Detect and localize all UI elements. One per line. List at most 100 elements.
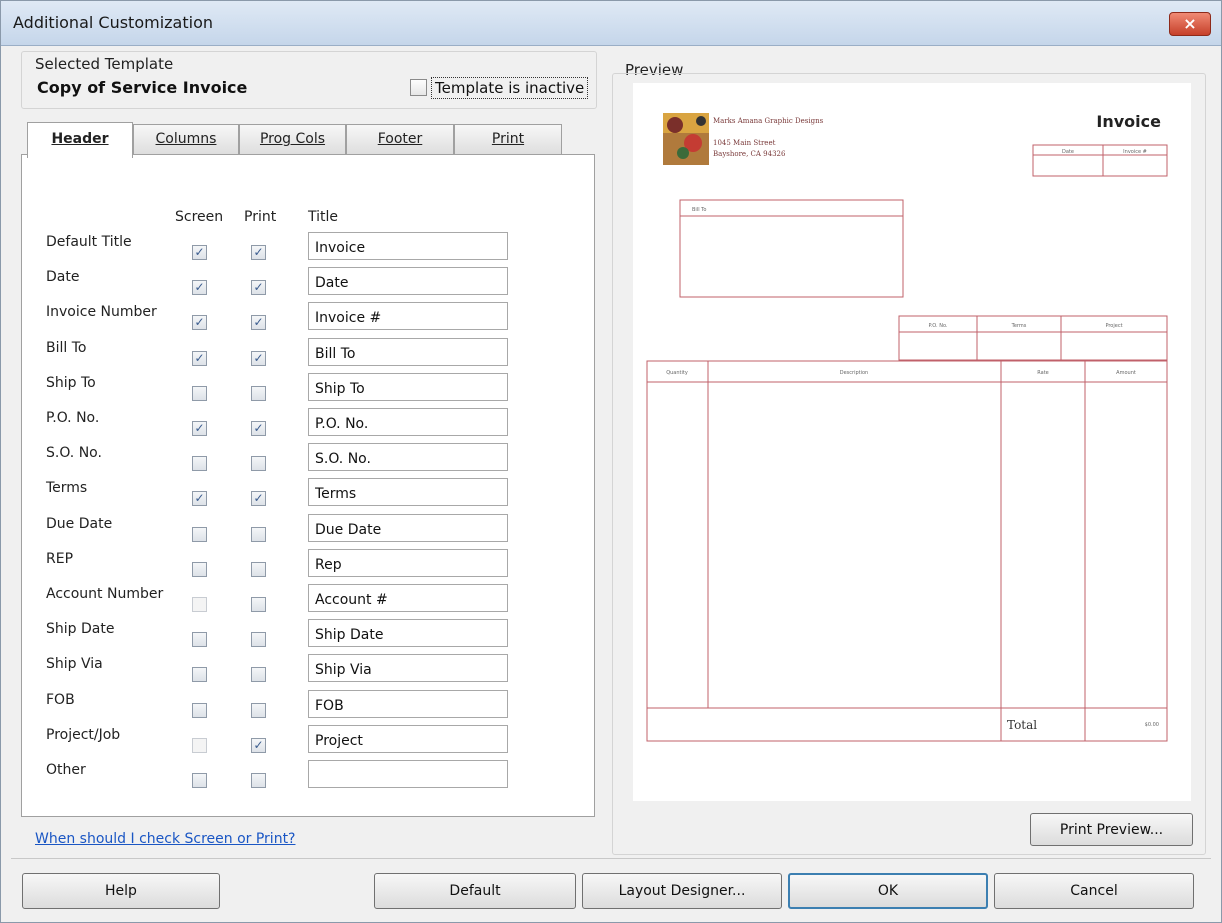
template-inactive-checkbox[interactable] [410,79,427,96]
company-logo-icon [663,113,709,165]
field-label-default-title: Default Title [46,234,132,250]
screen-checkbox-fob[interactable]: ✓ [192,703,207,718]
title-input-account-number[interactable] [308,584,508,612]
screen-checkbox-other[interactable]: ✓ [192,773,207,788]
company-address-line2: Bayshore, CA 94326 [713,150,786,158]
screen-checkbox-ship-date[interactable]: ✓ [192,632,207,647]
field-label-rep: REP [46,551,74,567]
invoice-no-label: Invoice # [1123,149,1147,155]
title-input-project-job[interactable] [308,725,508,753]
title-input-fob[interactable] [308,690,508,718]
print-checkbox-terms[interactable]: ✓ [251,491,266,506]
title-input-rep[interactable] [308,549,508,577]
close-button[interactable]: × [1169,12,1211,36]
title-input-ship-via[interactable] [308,654,508,682]
help-button[interactable]: Help [22,873,220,909]
title-input-invoice-number[interactable] [308,302,508,330]
title-input-ship-date[interactable] [308,619,508,647]
screen-checkbox-terms[interactable]: ✓ [192,491,207,506]
print-checkbox-ship-via[interactable]: ✓ [251,667,266,682]
description-header: Description [840,370,868,376]
print-checkbox-project-job[interactable]: ✓ [251,738,266,753]
company-name: Marks Amana Graphic Designs [713,117,824,125]
field-label-project-job: Project/Job [46,727,121,743]
column-header-screen: Screen [175,209,224,225]
screen-checkbox-invoice-number[interactable]: ✓ [192,315,207,330]
cancel-button[interactable]: Cancel [994,873,1194,909]
ok-button[interactable]: OK [788,873,988,909]
print-checkbox-date[interactable]: ✓ [251,280,266,295]
screen-checkbox-ship-to[interactable]: ✓ [192,386,207,401]
print-checkbox-default-title[interactable]: ✓ [251,245,266,260]
title-input-p-o-no[interactable] [308,408,508,436]
print-checkbox-invoice-number[interactable]: ✓ [251,315,266,330]
field-label-account-number: Account Number [46,586,164,602]
close-icon: × [1183,14,1197,33]
total-label: Total [1007,718,1037,732]
screen-checkbox-rep[interactable]: ✓ [192,562,207,577]
column-header-title: Title [308,209,339,225]
screen-checkbox-s-o-no[interactable]: ✓ [192,456,207,471]
screen-checkbox-default-title[interactable]: ✓ [192,245,207,260]
tab-header[interactable]: Header [27,122,133,158]
tab-footer-label: Footer [377,131,423,147]
print-checkbox-other[interactable]: ✓ [251,773,266,788]
print-checkbox-ship-to[interactable]: ✓ [251,386,266,401]
screen-checkbox-date[interactable]: ✓ [192,280,207,295]
tab-prog-cols[interactable]: Prog Cols [239,124,346,154]
title-input-bill-to[interactable] [308,338,508,366]
selected-template-caption: Selected Template [35,55,174,73]
layout-designer-button[interactable]: Layout Designer... [582,873,782,909]
selected-template-name: Copy of Service Invoice [37,78,248,97]
print-checkbox-bill-to[interactable]: ✓ [251,351,266,366]
date-label: Date [1062,149,1074,155]
field-label-due-date: Due Date [46,516,113,532]
screen-checkbox-account-number[interactable]: ✓ [192,597,207,612]
footer-separator [11,858,1211,859]
tab-print[interactable]: Print [454,124,562,154]
tab-header-label: Header [51,131,109,147]
print-preview-button[interactable]: Print Preview... [1030,813,1193,846]
field-label-terms: Terms [46,480,88,496]
print-checkbox-ship-date[interactable]: ✓ [251,632,266,647]
screen-or-print-help-link[interactable]: When should I check Screen or Print? [35,831,296,847]
print-checkbox-due-date[interactable]: ✓ [251,527,266,542]
amount-header: Amount [1116,370,1136,376]
print-checkbox-p-o-no[interactable]: ✓ [251,421,266,436]
print-checkbox-rep[interactable]: ✓ [251,562,266,577]
tab-columns[interactable]: Columns [133,124,239,154]
window-title: Additional Customization [13,13,213,32]
title-input-other[interactable] [308,760,508,788]
field-label-other: Other [46,762,86,778]
title-input-due-date[interactable] [308,514,508,542]
screen-checkbox-due-date[interactable]: ✓ [192,527,207,542]
screen-checkbox-bill-to[interactable]: ✓ [192,351,207,366]
field-label-ship-date: Ship Date [46,621,115,637]
field-label-invoice-number: Invoice Number [46,304,157,320]
template-inactive-label[interactable]: Template is inactive [431,77,589,99]
additional-customization-dialog: Additional Customization × Selected Temp… [0,0,1222,923]
screen-checkbox-ship-via[interactable]: ✓ [192,667,207,682]
title-input-ship-to[interactable] [308,373,508,401]
screen-checkbox-p-o-no[interactable]: ✓ [192,421,207,436]
print-checkbox-s-o-no[interactable]: ✓ [251,456,266,471]
tab-print-label: Print [491,131,525,147]
po-terms-project-box: P.O. No. Terms Project [898,315,1168,361]
print-checkbox-account-number[interactable]: ✓ [251,597,266,612]
field-label-p-o-no: P.O. No. [46,410,100,426]
invoice-preview-drawing: Marks Amana Graphic Designs 1045 Main St… [646,112,1168,742]
company-address-line1: 1045 Main Street [713,139,776,147]
project-label: Project [1105,323,1122,329]
default-button[interactable]: Default [374,873,576,909]
field-label-date: Date [46,269,80,285]
title-input-s-o-no[interactable] [308,443,508,471]
total-value: $0.00 [1145,722,1159,728]
tab-columns-label: Columns [155,131,217,147]
tab-footer[interactable]: Footer [346,124,454,154]
title-input-date[interactable] [308,267,508,295]
title-input-default-title[interactable] [308,232,508,260]
screen-checkbox-project-job[interactable]: ✓ [192,738,207,753]
title-input-terms[interactable] [308,478,508,506]
bill-to-label: Bill To [692,207,706,213]
print-checkbox-fob[interactable]: ✓ [251,703,266,718]
